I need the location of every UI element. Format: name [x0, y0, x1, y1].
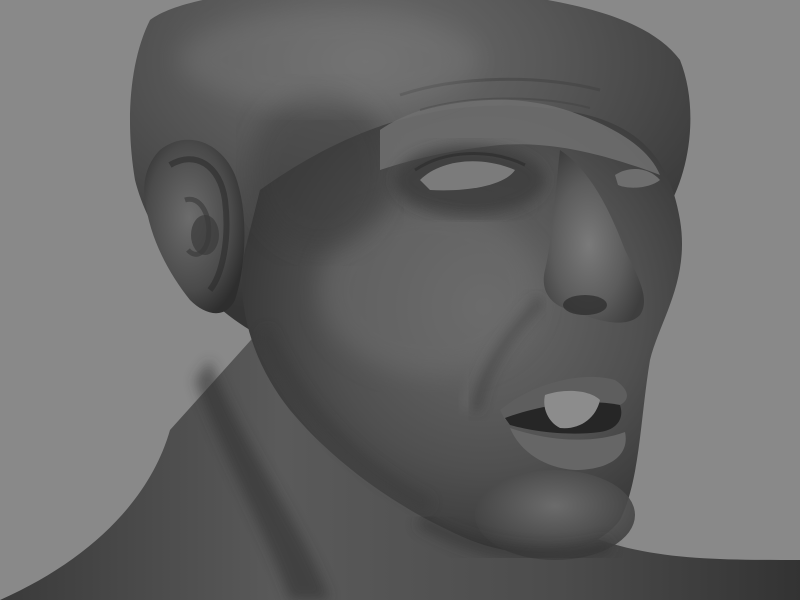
nostril [563, 295, 607, 315]
skull-highlight [180, 10, 480, 110]
ear-concha [191, 215, 219, 255]
sculpt-render [0, 0, 800, 600]
render-viewport[interactable] [0, 0, 800, 600]
temple-shadow [250, 90, 390, 250]
